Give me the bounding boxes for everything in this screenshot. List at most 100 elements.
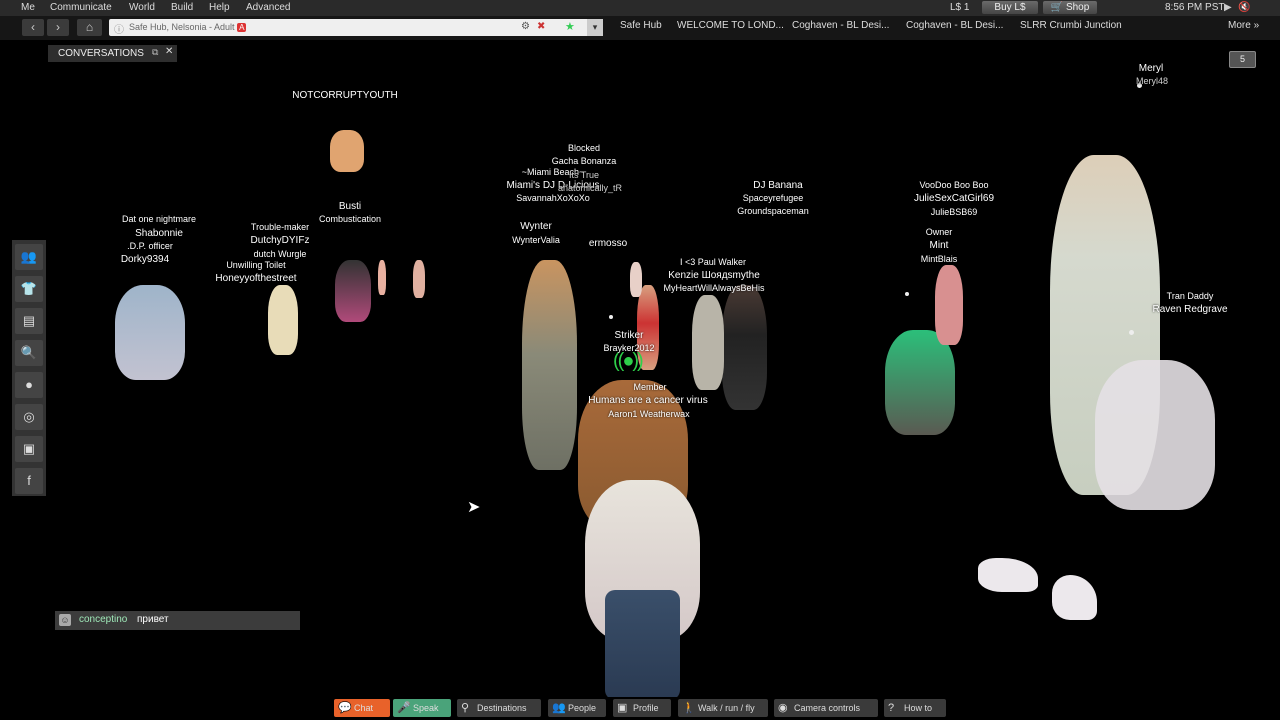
home-icon[interactable]: ⌂ — [77, 19, 102, 36]
avatar-name-tag: JulieSexCatGirl69 — [913, 193, 995, 204]
toolbar-button-label: Chat — [354, 703, 374, 713]
avatar-figure[interactable] — [1095, 360, 1215, 510]
toolbar-button-label: People — [568, 703, 597, 713]
avatar-figure[interactable] — [630, 262, 642, 297]
sidebar-people-icon[interactable]: 👥 — [15, 244, 43, 270]
menu-world[interactable]: World — [129, 2, 155, 13]
location-text: Safe Hub, Nelsonia - Adult A — [129, 22, 247, 32]
avatar-name-tag: Brayker2012 — [603, 343, 655, 353]
voice-active-icon: ((●)) — [613, 350, 644, 372]
avatar-figure[interactable] — [335, 260, 371, 322]
no-push-icon: ✖ — [537, 21, 546, 32]
avatar-icon: ☺ — [59, 614, 71, 626]
profile-icon: ▣ — [617, 702, 628, 714]
back-arrow-icon[interactable]: ‹ — [22, 19, 44, 36]
play-media-icon[interactable]: ▶ — [1224, 2, 1232, 13]
avatar-figure[interactable] — [413, 260, 425, 298]
location-input[interactable]: ⓘ Safe Hub, Nelsonia - Adult A ⚙ ✖ ★ ▾ — [109, 19, 603, 36]
nearby-chat-toast[interactable]: ☺ conceptino привет — [55, 611, 300, 630]
avatar-figure[interactable] — [115, 285, 185, 380]
sidebar-inventory-icon[interactable]: ▤ — [15, 308, 43, 334]
avatar-name-tag: anatomically_tR — [557, 183, 623, 193]
sidebar-facebook-icon[interactable]: f — [15, 468, 43, 494]
shoe-object[interactable] — [978, 558, 1038, 592]
favorite-item[interactable]: Coghaven - BL Desi... — [792, 20, 889, 31]
favorite-item[interactable]: Coghaven - BL Desi... — [906, 20, 1003, 31]
favorites-more-button[interactable]: More » — [1228, 20, 1259, 31]
walk-run-fly-button[interactable]: 🚶 Walk / run / fly — [678, 699, 768, 717]
avatar-figure[interactable] — [722, 285, 767, 410]
avatar-figure[interactable] — [268, 285, 298, 355]
menu-advanced[interactable]: Advanced — [246, 2, 290, 13]
destinations-button[interactable]: ⚲ Destinations — [457, 699, 541, 717]
avatar-figure[interactable] — [522, 260, 577, 470]
side-toolbar: 👥 👕 ▤ 🔍 ● ◎ ▣ f — [12, 240, 46, 496]
more-label: More — [1228, 20, 1251, 31]
people-button[interactable]: 👥 People — [548, 699, 606, 717]
world-viewport[interactable]: ((●)) — [0, 40, 1280, 700]
bottom-toolbar: 💬 Chat 🎤 Speak ⚲ Destinations 👥 People ▣ Profile 🚶… — [0, 697, 1280, 720]
avatar-name-tag: NOTCORRUPTYOUTH — [292, 90, 398, 101]
avatar-name-tag: Striker — [614, 330, 644, 341]
avatar-figure[interactable] — [330, 130, 364, 172]
volume-muted-icon[interactable]: 🔇 — [1238, 2, 1250, 13]
chat-button[interactable]: 💬 Chat — [334, 699, 390, 717]
favorite-star-icon[interactable]: ★ — [565, 20, 575, 33]
avatar-name-tag: DJ Banana — [753, 180, 803, 191]
favorite-item[interactable]: WELCOME TO LOND... — [677, 20, 784, 31]
avatar-name-tag: Honeyyofthestreet — [215, 273, 297, 284]
avatar-name-tag: Aaron1 Weatherwax — [608, 409, 690, 419]
shop-label: Shop — [1065, 2, 1090, 13]
maturity-badge: A — [237, 23, 247, 32]
avatar-name-tag: Blocked — [567, 143, 601, 153]
favorite-item[interactable]: SLRR Crumbi Junction — [1020, 20, 1122, 31]
avatar-name-tag: Spaceyrefugee — [742, 193, 804, 203]
how-to-button[interactable]: ? How to — [884, 699, 946, 717]
avatar-name-tag: JulieBSB69 — [930, 207, 978, 217]
avatar-name-tag: Owner — [925, 227, 953, 237]
avatar-figure[interactable] — [378, 260, 386, 295]
avatar-figure[interactable] — [885, 330, 955, 435]
light-dot — [609, 315, 613, 319]
avatar-figure[interactable] — [935, 265, 963, 345]
chat-message: привет — [137, 614, 169, 625]
microphone-icon: 🎤 — [397, 702, 411, 714]
chat-username: conceptino — [79, 614, 128, 625]
menu-build[interactable]: Build — [171, 2, 193, 13]
shop-button[interactable]: 🛒 Shop — [1043, 1, 1097, 14]
light-dot — [905, 292, 909, 296]
avatar-name-tag: Busti — [338, 201, 362, 212]
forward-arrow-icon[interactable]: › — [47, 19, 69, 36]
sidebar-places-icon[interactable]: ● — [15, 372, 43, 398]
menu-communicate[interactable]: Communicate — [50, 2, 112, 13]
sidebar-search-icon[interactable]: 🔍 — [15, 340, 43, 366]
avatar-name-tag: WynterValia — [512, 235, 560, 245]
avatar-name-tag: Kenzie Шоядsmythe — [668, 270, 760, 281]
avatar-name-tag: dutch Wurgle — [253, 249, 307, 259]
history-dropdown-icon[interactable]: ▾ — [587, 19, 603, 36]
toolbar-button-label: Profile — [633, 703, 659, 713]
shoe-object[interactable] — [1052, 575, 1097, 620]
sidebar-snapshot-icon[interactable]: ▣ — [15, 436, 43, 462]
buy-currency-button[interactable]: Buy L$ — [982, 1, 1038, 14]
avatar-name-tag: MyHeartWillAlwaysBeHis — [663, 283, 765, 293]
avatar-name-tag: SavannahXoXoXo — [516, 193, 590, 203]
avatar-figure[interactable] — [692, 295, 724, 390]
camera-controls-button[interactable]: ◉ Camera controls — [774, 699, 878, 717]
avatar-name-tag: VooDoo Boo Boo — [919, 180, 989, 190]
profile-button[interactable]: ▣ Profile — [613, 699, 671, 717]
avatar-name-tag: Combustication — [318, 214, 382, 224]
scripts-icon: ⚙ — [521, 21, 530, 32]
light-dot — [1129, 330, 1134, 335]
menu-me[interactable]: Me — [21, 2, 35, 13]
sidebar-voice-icon[interactable]: ◎ — [15, 404, 43, 430]
sidebar-appearance-icon[interactable]: 👕 — [15, 276, 43, 302]
avatar-name-tag: Groundspaceman — [737, 206, 809, 216]
speak-button[interactable]: 🎤 Speak — [393, 699, 451, 717]
help-icon: ? — [888, 702, 895, 714]
info-icon[interactable]: ⓘ — [114, 21, 124, 36]
avatar-name-tag: DutchyDYIFz — [250, 235, 310, 246]
avatar-figure[interactable] — [605, 590, 680, 700]
favorite-item[interactable]: Safe Hub — [620, 20, 662, 31]
menu-help[interactable]: Help — [209, 2, 230, 13]
